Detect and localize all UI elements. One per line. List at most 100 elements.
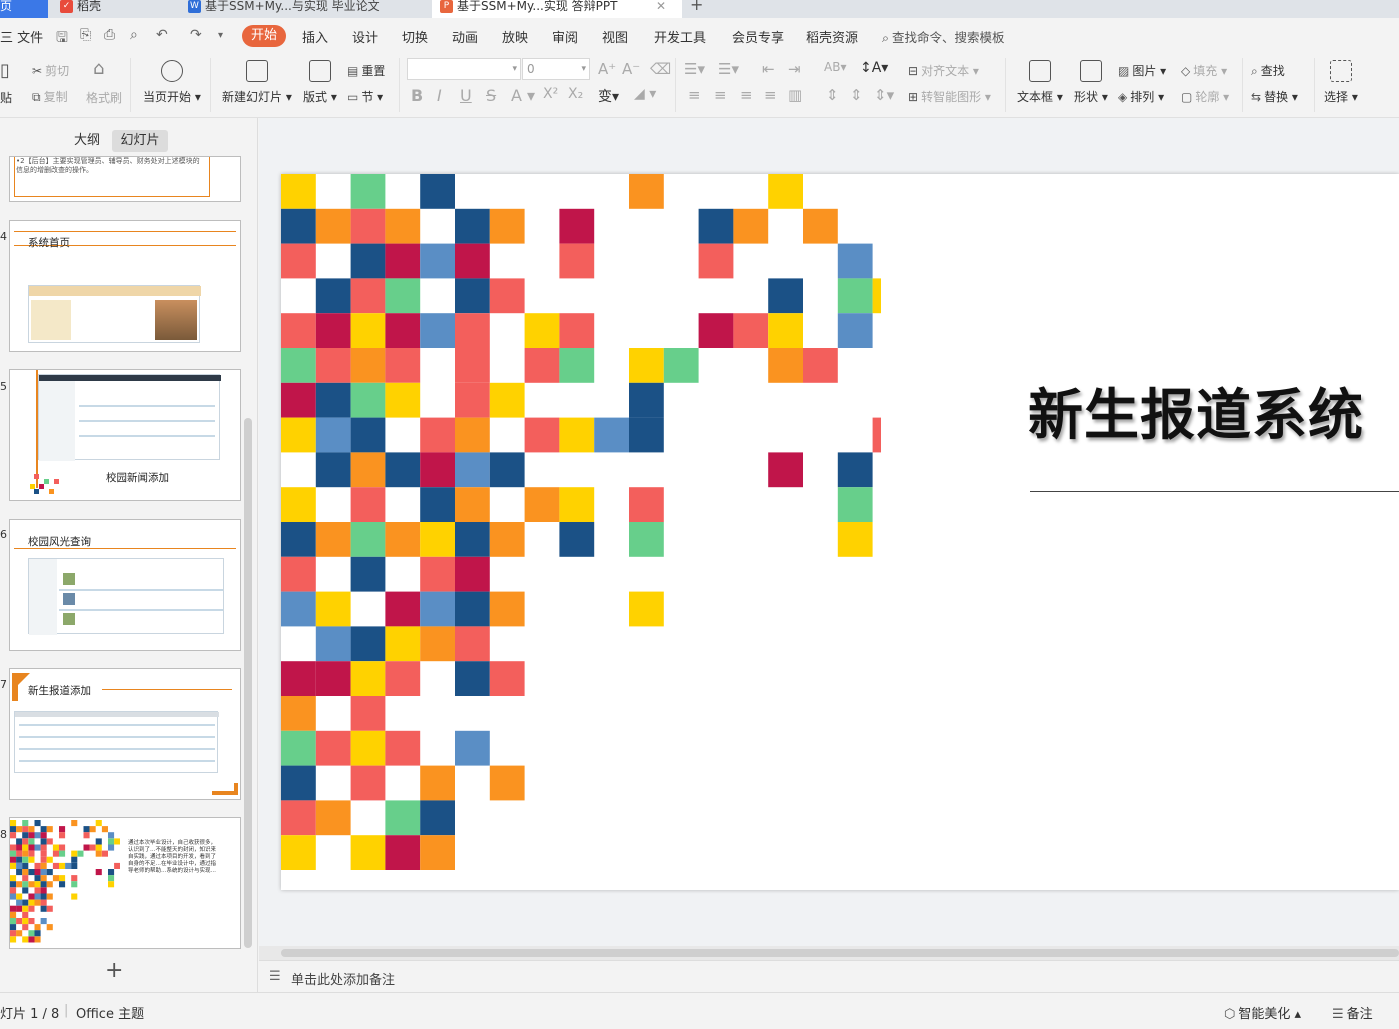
font-color-icon[interactable]: A ▾ [511,86,535,105]
paste-button[interactable]: 贴 [0,89,12,106]
reset-button[interactable]: ▤ 重置 [347,62,385,79]
slide-thumbnail[interactable]: 校园新闻添加 [9,369,241,501]
play-current-button[interactable]: 当页开始 ▾ [143,60,201,105]
paste-icon[interactable]: ▯ [0,60,10,81]
paragraph-spacing-icon[interactable]: ⇕ [826,86,839,104]
quick-access-dropdown-icon[interactable]: ▾ [218,30,223,41]
phonetic-icon[interactable]: 变▾ [598,86,619,106]
undo-icon[interactable]: ↶ [156,27,168,43]
numbered-list-icon[interactable]: ☰▾ [718,60,739,78]
section-button[interactable]: ▭ 节 ▾ [347,88,383,105]
tab-outline[interactable]: 大纲 [66,130,108,152]
export-icon[interactable]: ⎘ [80,27,91,43]
menu-transition[interactable]: 切换 [402,27,428,46]
text-direction-icon[interactable]: AB▾ [824,60,846,74]
slide-thumbnail[interactable]: •2【后台】主要实现管理员、辅导员、财务处对上述模块的信息的增删改查的操作。 [9,156,241,202]
slide-thumbnail[interactable]: 校园风光查询 [9,519,241,651]
menu-docer[interactable]: 稻壳资源 [806,27,858,46]
menu-file[interactable]: 三 文件 [0,27,43,46]
command-search[interactable]: ⌕ 查找命令、搜索模板 [882,27,1005,46]
layout-button[interactable]: 版式 ▾ [303,60,337,105]
mosaic-tile [22,911,29,918]
font-family-select[interactable]: ▾ [407,58,521,80]
align-left-icon[interactable]: ≡ [688,86,701,104]
menu-devtools[interactable]: 开发工具 [654,27,706,46]
find-button[interactable]: ⌕ 查找 [1251,62,1285,79]
redo-icon[interactable]: ↷ [190,27,202,43]
tab-defense-ppt[interactable]: P 基于SSM+My...实现 答辩PPT ✕ [432,0,682,18]
justify-icon[interactable]: ≡ [764,86,777,104]
new-tab-button[interactable]: + [690,0,710,18]
textbox-button[interactable]: 文本框 ▾ [1017,60,1063,105]
replace-button[interactable]: ⇆ 替换 ▾ [1251,88,1298,105]
underline-icon[interactable]: U [460,86,472,105]
print-icon[interactable]: ⎙ [104,27,115,43]
superscript-icon[interactable]: X² [543,86,558,102]
slide-thumbnail[interactable]: 系统首页 [9,220,241,352]
font-size-select[interactable]: 0 ▾ [522,58,590,80]
outline-button[interactable]: ▢ 轮廓 ▾ [1181,88,1229,105]
thumbnail-scrollbar[interactable] [244,418,252,948]
slide-thumbnail[interactable]: 新生报道添加 [9,668,241,800]
line-spacing-icon[interactable]: ↕A▾ [860,60,888,76]
menu-member[interactable]: 会员专享 [732,27,784,46]
picture-button[interactable]: ▨ 图片 ▾ [1118,62,1166,79]
menu-animation[interactable]: 动画 [452,27,478,46]
mosaic-tile [114,838,120,845]
menu-start[interactable]: 开始 [242,25,286,47]
print-preview-icon[interactable]: ⌕ [130,27,138,43]
bullet-list-icon[interactable]: ☰▾ [684,60,705,78]
smart-beautify-button[interactable]: ⬡ 智能美化 ▴ [1224,1003,1301,1022]
new-slide-button[interactable]: 新建幻灯片 ▾ [222,60,292,105]
subscript-icon[interactable]: X₂ [568,86,583,102]
horizontal-scrollbar[interactable] [259,946,1399,960]
tab-slides[interactable]: 幻灯片 [112,130,168,152]
align-text-button[interactable]: ⊟ 对齐文本 ▾ [908,62,979,79]
scrollbar-thumb[interactable] [281,949,1399,957]
tab-thesis-doc[interactable]: W 基于SSM+My...与实现 毕业论文 [180,0,428,18]
fill-button[interactable]: ◇ 填充 ▾ [1181,62,1227,79]
bold-icon[interactable]: B [411,86,423,105]
increase-font-icon[interactable]: A⁺ [598,60,616,78]
line-spacing-menu-icon[interactable]: ⇕▾ [874,86,894,104]
arrange-button[interactable]: ◈ 排列 ▾ [1118,88,1164,105]
menu-view[interactable]: 视图 [602,27,628,46]
highlight-icon[interactable]: ◢ ▾ [634,86,656,102]
italic-icon[interactable]: I [437,86,442,105]
copy-button[interactable]: ⧉ 复制 [32,88,68,105]
decrease-font-icon[interactable]: A⁻ [622,60,640,78]
cut-button[interactable]: ✂ 剪切 [32,62,69,79]
save-icon[interactable]: 🖫 [56,27,68,51]
distribute-icon[interactable]: ▥ [788,86,802,104]
mosaic-tile [559,208,595,244]
smartart-button[interactable]: ⊞ 转智能图形 ▾ [908,88,991,105]
shape-button[interactable]: 形状 ▾ [1074,60,1108,105]
slide-thumbnail[interactable]: 通过本次毕业设计，自己收获很多，认识到了…不能整天的封闭，知识来自实践，通过本项… [9,817,241,949]
outdent-icon[interactable]: ⇤ [762,60,775,78]
format-painter-button[interactable]: 格式刷 [86,89,122,106]
theme-name[interactable]: Office 主题 [76,1003,144,1022]
clear-format-icon[interactable]: ⌫ [650,60,671,78]
menu-slideshow[interactable]: 放映 [502,27,528,46]
notes-pane[interactable]: ☰ 单击此处添加备注 [259,960,1399,992]
menu-design[interactable]: 设计 [352,27,378,46]
slide-title[interactable]: 新生报道系统 [1028,370,1364,450]
align-right-icon[interactable]: ≡ [740,86,753,104]
tab-home[interactable]: 页 [0,0,48,18]
close-icon[interactable]: ✕ [656,0,666,12]
mosaic-tile [420,487,455,522]
indent-icon[interactable]: ⇥ [788,60,801,78]
mosaic-tile [34,881,41,888]
notes-toggle-button[interactable]: ☰ 备注 [1332,1003,1373,1022]
menu-insert[interactable]: 插入 [302,27,328,46]
select-button[interactable]: 选择 ▾ [1324,60,1358,105]
strikethrough-icon[interactable]: S [486,86,496,105]
mosaic-tile [71,881,78,888]
menu-review[interactable]: 审阅 [552,27,578,46]
add-slide-button[interactable]: + [105,958,123,983]
current-slide[interactable]: 新生报道系统 [281,174,1399,890]
tab-docer[interactable]: ✓ 稻壳 [48,0,178,18]
format-painter-icon[interactable]: ⌂ [93,58,104,79]
column-icon[interactable]: ⇕ [850,86,863,104]
align-center-icon[interactable]: ≡ [714,86,727,104]
